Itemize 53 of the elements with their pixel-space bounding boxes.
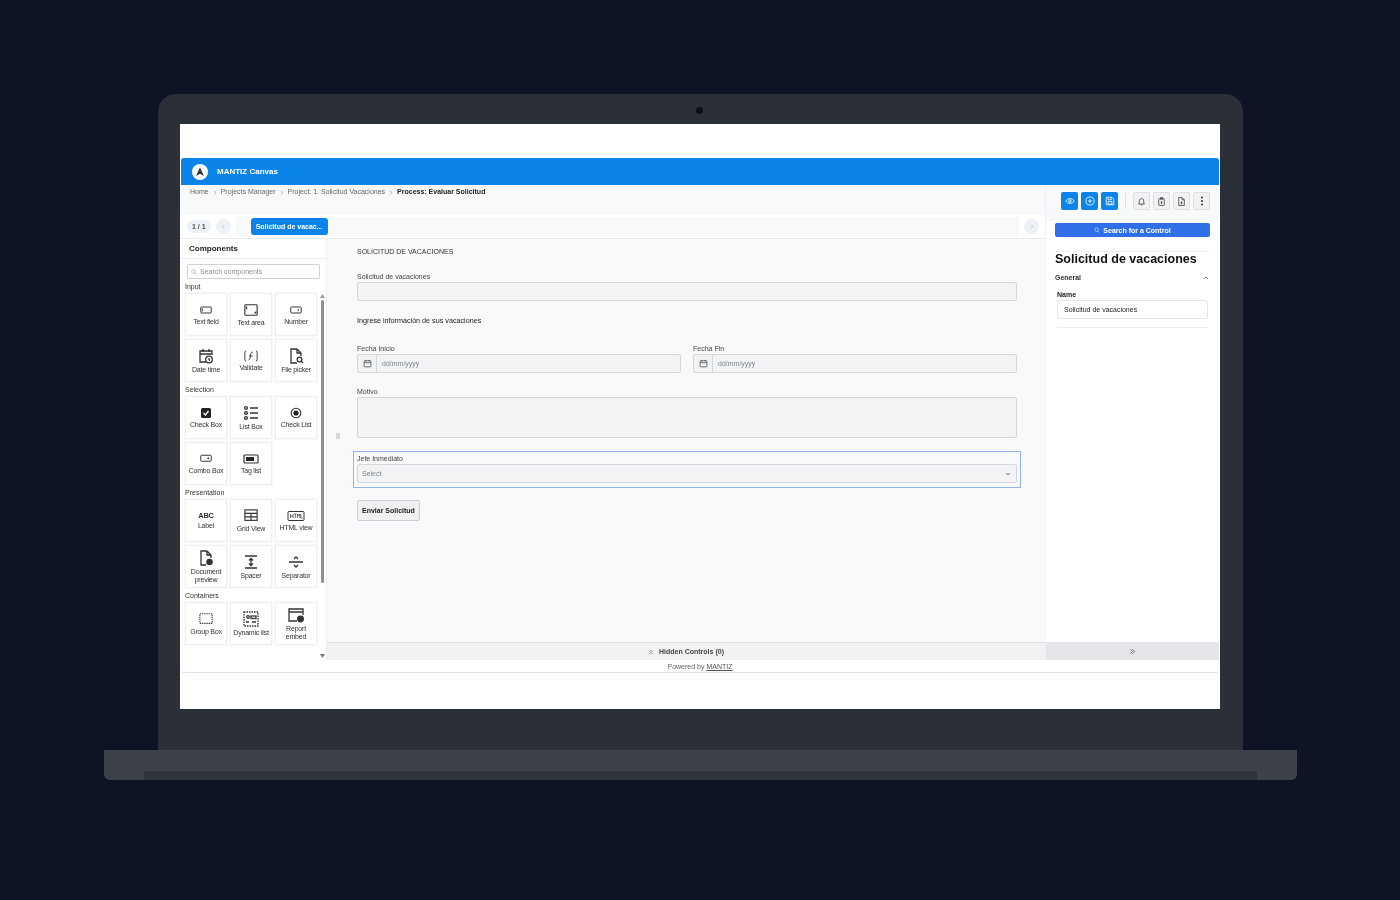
spacer-icon: [243, 553, 259, 570]
chevron-icon: [279, 190, 284, 195]
file-icon: [1177, 196, 1186, 206]
dropdown-icon: [198, 452, 214, 465]
list-icon: [243, 404, 259, 421]
toolbar-button[interactable]: [1193, 192, 1210, 210]
chevron-icon: [212, 190, 217, 195]
chevron-right-icon: [1029, 224, 1034, 229]
search-icon: [1094, 227, 1101, 233]
toolbar-button[interactable]: [1101, 192, 1118, 210]
calendar-clock-icon: [198, 347, 214, 364]
plus-circle-icon: [1084, 196, 1095, 206]
logo-icon: [192, 163, 208, 180]
input-field[interactable]: [357, 282, 1017, 301]
app-title: MANTIZ Canvas: [217, 167, 278, 176]
scroll-down-icon[interactable]: [320, 654, 325, 658]
chevron-icon: [389, 190, 394, 195]
toolbar-button[interactable]: [1133, 192, 1150, 210]
dashed-list-icon: [242, 610, 260, 627]
scrollbar-thumb[interactable]: [321, 300, 324, 583]
table-icon: [243, 508, 259, 523]
file-search-icon: [288, 347, 304, 364]
toolbar-button[interactable]: [1153, 192, 1170, 210]
checkbox-icon: [200, 406, 212, 419]
eye-icon: [1064, 196, 1075, 206]
save-icon: [1104, 196, 1115, 206]
double-chevron-up-icon: [648, 648, 654, 655]
bell-icon: [1137, 196, 1146, 206]
toolbar-button[interactable]: [1081, 192, 1098, 210]
text-area-icon: [243, 302, 259, 317]
number-field-icon: [288, 303, 304, 316]
dashed-box-icon: [197, 611, 215, 626]
function-icon: [243, 349, 259, 362]
chevron-left-icon: [221, 224, 226, 229]
panel-title: Components: [181, 239, 326, 259]
text-field-icon: [198, 303, 214, 316]
tag-field-icon: [243, 452, 259, 465]
caret-icon: [1005, 471, 1011, 476]
calendar-icon: [698, 359, 708, 368]
radio-button-icon: [290, 406, 302, 419]
search-icon: [191, 268, 197, 275]
toolbar-button[interactable]: [1061, 192, 1078, 210]
document-icon: [198, 549, 214, 566]
scroll-up-icon[interactable]: [320, 294, 325, 298]
properties-title: Solicitud de vacaciones: [1055, 251, 1210, 266]
camera-icon: [696, 107, 703, 114]
double-chevron-right-icon: [1129, 647, 1136, 655]
html-icon: [287, 509, 305, 522]
clipboard-icon: [1157, 196, 1166, 206]
chevron-up-icon: [1203, 275, 1209, 280]
more-icon: [1199, 196, 1204, 206]
toolbar-button[interactable]: [1173, 192, 1190, 210]
calendar-icon: [362, 359, 372, 368]
